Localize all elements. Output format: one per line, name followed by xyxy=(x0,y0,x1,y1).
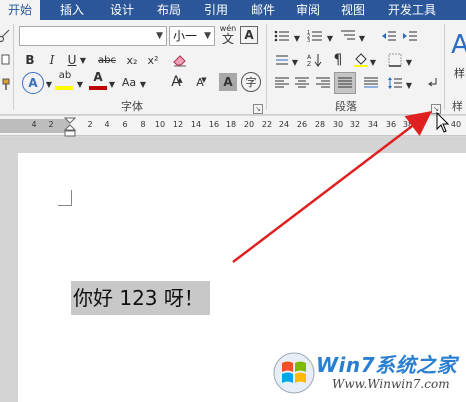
annotation-arrow xyxy=(232,110,432,263)
watermark-url: Www.Winwin7.com xyxy=(332,377,450,391)
windows-logo-icon xyxy=(273,352,315,394)
watermark: Win7系统之家 Www.Winwin7.com xyxy=(272,347,462,399)
watermark-brand: Win7系统之家 xyxy=(316,353,458,377)
mouse-cursor-icon xyxy=(436,112,450,133)
